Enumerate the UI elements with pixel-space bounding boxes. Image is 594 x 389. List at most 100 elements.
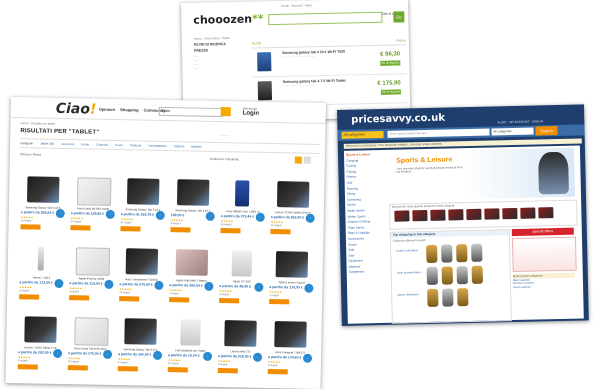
shop-logo[interactable] <box>67 365 88 371</box>
compare-badge[interactable]: › <box>205 211 215 221</box>
shop-logo[interactable] <box>120 226 141 232</box>
product-card[interactable]: Acer Iconia Tab 8 W1-810 a partire da 179… <box>66 315 115 384</box>
category-link[interactable]: Batterie <box>191 144 201 148</box>
watch-image[interactable] <box>471 265 483 284</box>
product-card[interactable]: Lenovo YOGA Tablet 2 10 a partire da 282,… <box>16 314 65 383</box>
watch-image[interactable] <box>426 244 438 264</box>
watch-image[interactable] <box>471 243 483 262</box>
strip-product-image[interactable] <box>394 210 410 222</box>
category-link[interactable]: Tablet (68) <box>40 142 54 146</box>
product-card[interactable]: Lenovo Miix 2 8a partire da 215,00 € ★★★★… <box>215 318 264 387</box>
chooozen-price-option[interactable]: ····· <box>194 66 249 71</box>
shop-logo[interactable] <box>219 298 240 304</box>
watch-image[interactable] <box>456 244 468 263</box>
shop-logo[interactable] <box>119 296 140 302</box>
filter-select[interactable]: Marca <box>33 152 41 156</box>
product-card[interactable]: Asus Transformer T100TA a partire da 270,… <box>117 246 166 315</box>
product-card[interactable]: Samsung Galaxy Tab S 8.4 a partire da 302… <box>116 316 165 385</box>
product-image[interactable] <box>275 251 309 278</box>
product-card[interactable]: Acer Iconia B1-810 16GB a partire da 128,… <box>68 175 117 244</box>
shop-logo[interactable] <box>217 368 238 374</box>
watch-image[interactable] <box>426 266 438 286</box>
pricesavvy-search-button[interactable]: Search <box>535 126 558 136</box>
product-card[interactable]: Nexus 7 2013 a partire da 172,00 € ★★★★★ 6 … <box>17 244 66 313</box>
compare-badge[interactable]: › <box>255 212 265 222</box>
shop-button[interactable]: Vai al negozio <box>380 60 401 66</box>
sort-select[interactable]: Ordina per Popolarità <box>210 157 239 162</box>
compare-badge[interactable]: › <box>53 348 63 359</box>
strip-product-image[interactable] <box>538 207 554 219</box>
product-image[interactable] <box>126 178 160 205</box>
compare-badge[interactable]: › <box>302 353 313 363</box>
shop-logo[interactable] <box>267 368 288 375</box>
nav-opinioni[interactable]: Opinioni <box>99 107 115 112</box>
shop-logo[interactable] <box>170 227 191 233</box>
compare-badge[interactable]: › <box>202 351 213 361</box>
nav-shopping[interactable]: Shopping <box>120 107 139 112</box>
shop-logo[interactable] <box>169 297 190 303</box>
product-image[interactable] <box>26 176 60 203</box>
shop-logo[interactable] <box>17 364 38 370</box>
product-image[interactable] <box>274 321 307 348</box>
popular-item-label[interactable]: Ladies Gold Watch <box>396 249 422 260</box>
watch-image[interactable] <box>441 266 453 285</box>
chooozen-results-bar-right[interactable]: Prezzo <box>396 38 405 44</box>
compare-badge[interactable]: › <box>252 352 263 362</box>
product-card[interactable]: Samsung Galaxy Tab 4 10.1 199,00 € ★★★★★ 8 … <box>168 177 217 246</box>
strip-product-image[interactable] <box>520 207 536 219</box>
shop-logo[interactable] <box>269 298 290 305</box>
ciao-search-input[interactable]: tablet <box>158 106 223 118</box>
product-card[interactable]: Tablet Lenovo Yoga 8a partire da 179,00 … <box>267 249 316 318</box>
shop-logo[interactable] <box>69 295 90 301</box>
grid-view-icon[interactable] <box>294 156 302 164</box>
shop-logo[interactable] <box>70 225 91 231</box>
product-card[interactable]: Asus MEMO Pad 7 ME176 a partire da 373,44… <box>218 178 267 247</box>
category-link[interactable]: Custodie <box>96 143 108 147</box>
product-image[interactable] <box>175 249 209 276</box>
product-card[interactable]: Tablet TP7200 a partire da 49,99 € ★★★★★ 3 … <box>217 248 266 317</box>
chooozen-go-button[interactable]: Go <box>393 11 405 23</box>
strip-product-image[interactable] <box>412 209 428 222</box>
shop-button[interactable]: Vai al negozio <box>380 89 401 95</box>
compare-badge[interactable]: › <box>155 210 165 220</box>
compare-badge[interactable]: › <box>104 279 114 289</box>
compare-badge[interactable]: › <box>254 282 264 292</box>
category-link[interactable]: Pellicole <box>130 143 141 147</box>
category-link[interactable]: Borse <box>81 142 89 146</box>
ciao-search-button[interactable] <box>220 107 231 117</box>
shop-logo[interactable] <box>19 294 40 300</box>
product-image[interactable] <box>37 246 45 271</box>
product-card[interactable]: Apple iPad Air 16GB a partire da 114,00 €… <box>67 245 116 314</box>
product-image[interactable] <box>124 318 157 345</box>
pricesavvy-toplinks[interactable]: ALERT · MY ACCOUNT · SIGN IN <box>497 119 543 124</box>
category-link[interactable]: Accessori <box>61 142 74 146</box>
product-image[interactable] <box>74 317 109 346</box>
popular-row[interactable]: Ladies Gold Watch <box>391 241 509 266</box>
pricesavvy-logo[interactable]: pricesavvy.co.uk <box>351 113 445 126</box>
popular-item-label[interactable]: Silver Bracelet Watch <box>397 271 423 282</box>
shop-logo[interactable] <box>167 367 188 373</box>
popular-category-link[interactable]: Sports watches <box>513 284 577 289</box>
category-link[interactable]: Caricabatterie <box>148 144 167 148</box>
chooozen-logo[interactable]: chooozen** <box>193 12 263 26</box>
product-card[interactable]: Apple iPad Mini 2 Retina a partire da 392… <box>167 247 216 316</box>
product-image[interactable] <box>76 177 112 206</box>
popular-row[interactable]: Classic Wristwatch <box>392 285 510 310</box>
shop-logo[interactable] <box>117 366 138 372</box>
ciao-login[interactable]: Benvenuto Login <box>243 106 260 116</box>
watch-image[interactable] <box>456 266 468 285</box>
compare-badge[interactable]: › <box>105 209 115 220</box>
watch-image[interactable] <box>441 244 453 263</box>
compare-badge[interactable]: › <box>305 213 315 223</box>
product-card[interactable]: Samsung Galaxy Tab 3 10.1 a partire da 16… <box>118 176 167 245</box>
pricesavvy-category-select[interactable]: All categories <box>341 130 384 139</box>
product-image[interactable] <box>257 52 272 72</box>
ad-image[interactable] <box>511 236 577 273</box>
strip-product-image[interactable] <box>484 208 500 220</box>
product-image[interactable] <box>234 180 250 207</box>
product-card[interactable]: Asus Fonepad 7 ME175 a partire da 174,60 … <box>265 319 314 388</box>
watch-image[interactable] <box>442 288 454 307</box>
chooozen-results-bar-left[interactable]: FILTRI <box>252 41 261 47</box>
product-image[interactable] <box>257 81 273 101</box>
product-image[interactable] <box>276 181 310 208</box>
